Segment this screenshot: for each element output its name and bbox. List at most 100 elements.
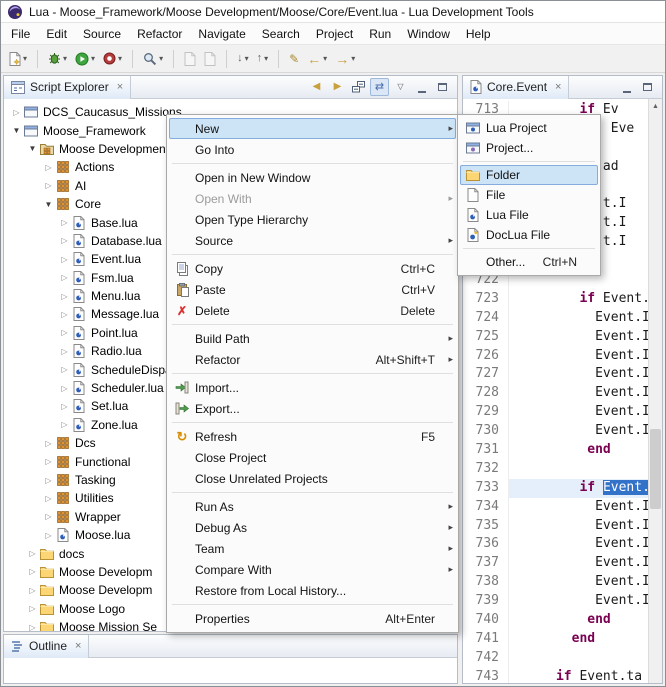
collapsed-arrow-icon[interactable]: ▷ <box>58 218 71 227</box>
collapsed-arrow-icon[interactable]: ▷ <box>26 604 39 613</box>
close-icon[interactable]: × <box>117 81 123 93</box>
menu-refactor[interactable]: Refactor <box>129 24 190 44</box>
collapsed-arrow-icon[interactable]: ▷ <box>42 457 55 466</box>
collapsed-arrow-icon[interactable]: ▷ <box>42 181 55 190</box>
toolbar-last-edit-location-button[interactable]: ✎ <box>286 48 302 70</box>
collapsed-arrow-icon[interactable]: ▷ <box>58 384 71 393</box>
collapsed-arrow-icon[interactable]: ▷ <box>58 273 71 282</box>
expanded-arrow-icon[interactable]: ▼ <box>10 126 23 135</box>
context-menu-item-build-path[interactable]: Build Path▸ <box>169 328 456 349</box>
toolbar-debug-button[interactable]: ▾ <box>45 48 70 70</box>
submenu-item-doclua-file[interactable]: DocLua File <box>460 225 598 245</box>
context-menu-item-copy[interactable]: CopyCtrl+C <box>169 258 456 279</box>
code-text <box>509 649 648 668</box>
context-menu-item-team[interactable]: Team▸ <box>169 538 456 559</box>
explorer-view-menu-button[interactable]: ▽ <box>391 78 410 96</box>
collapsed-arrow-icon[interactable]: ▷ <box>26 586 39 595</box>
close-icon[interactable]: × <box>75 640 81 652</box>
collapsed-arrow-icon[interactable]: ▷ <box>58 365 71 374</box>
explorer-minimize-button[interactable] <box>412 78 431 96</box>
toolbar-forward-button[interactable]: →▾ <box>332 48 358 70</box>
context-menu-item-properties[interactable]: PropertiesAlt+Enter <box>169 608 456 629</box>
toolbar-new-wizard-button[interactable]: ▾ <box>6 48 30 70</box>
explorer-back-button[interactable]: ◀ <box>307 78 326 96</box>
context-menu-item-open-type-hierarchy[interactable]: Open Type Hierarchy <box>169 209 456 230</box>
submenu-item-lua-file[interactable]: Lua File <box>460 205 598 225</box>
menu-help[interactable]: Help <box>458 24 499 44</box>
tab-outline[interactable]: Outline × <box>4 635 89 658</box>
collapsed-arrow-icon[interactable]: ▷ <box>42 531 55 540</box>
tab-core-event[interactable]: Core.Event × <box>463 76 569 99</box>
menu-navigate[interactable]: Navigate <box>190 24 253 44</box>
menu-source[interactable]: Source <box>75 24 129 44</box>
context-menu-item-import[interactable]: Import... <box>169 377 456 398</box>
explorer-link-with-editor-button[interactable]: ⇄ <box>370 78 389 96</box>
expanded-arrow-icon[interactable]: ▼ <box>26 144 39 153</box>
submenu-item-project[interactable]: Project... <box>460 138 598 158</box>
context-menu-item-paste[interactable]: PasteCtrl+V <box>169 279 456 300</box>
collapsed-arrow-icon[interactable]: ▷ <box>26 549 39 558</box>
toolbar-open-element-button[interactable] <box>181 48 199 70</box>
submenu-item-other[interactable]: Other...Ctrl+N <box>460 252 598 272</box>
collapsed-arrow-icon[interactable]: ▷ <box>58 236 71 245</box>
maximize-button[interactable] <box>638 78 657 96</box>
context-menu-item-debug-as[interactable]: Debug As▸ <box>169 517 456 538</box>
collapsed-arrow-icon[interactable]: ▷ <box>26 567 39 576</box>
collapsed-arrow-icon[interactable]: ▷ <box>58 292 71 301</box>
submenu-item-folder[interactable]: Folder <box>460 165 598 185</box>
menu-run[interactable]: Run <box>361 24 399 44</box>
toolbar-previous-annotation-button[interactable]: ↑▾ <box>254 48 272 70</box>
editor-scrollbar[interactable]: ▲ <box>648 99 662 683</box>
context-menu-item-close-unrelated-projects[interactable]: Close Unrelated Projects <box>169 468 456 489</box>
context-menu-item-go-into[interactable]: Go Into <box>169 139 456 160</box>
collapsed-arrow-icon[interactable]: ▷ <box>58 328 71 337</box>
submenu-item-lua-project[interactable]: Lua Project <box>460 118 598 138</box>
submenu-item-file[interactable]: File <box>460 185 598 205</box>
collapsed-arrow-icon[interactable]: ▷ <box>10 108 23 117</box>
toolbar-profile-button[interactable]: ▾ <box>100 48 125 70</box>
collapsed-arrow-icon[interactable]: ▷ <box>42 494 55 503</box>
expanded-arrow-icon[interactable]: ▼ <box>42 200 55 209</box>
menu-window[interactable]: Window <box>399 24 458 44</box>
context-menu-item-restore-from-local-history[interactable]: Restore from Local History... <box>169 580 456 601</box>
line-number: 731 <box>463 441 509 460</box>
collapsed-arrow-icon[interactable]: ▷ <box>58 310 71 319</box>
menu-project[interactable]: Project <box>308 24 361 44</box>
context-menu-item-delete[interactable]: ✗DeleteDelete <box>169 300 456 321</box>
explorer-collapse-all-button[interactable] <box>349 78 368 96</box>
toolbar-search-button[interactable]: ▾ <box>140 48 166 70</box>
scrollbar-thumb[interactable] <box>650 429 661 509</box>
context-menu-item-source[interactable]: Source▸ <box>169 230 456 251</box>
toolbar-mark-occurrences-button[interactable] <box>201 48 219 70</box>
context-menu-item-run-as[interactable]: Run As▸ <box>169 496 456 517</box>
context-menu-item-compare-with[interactable]: Compare With▸ <box>169 559 456 580</box>
context-menu-item-export[interactable]: Export... <box>169 398 456 419</box>
toolbar-back-button[interactable]: ←▾ <box>304 48 330 70</box>
explorer-forward-button[interactable]: ▶ <box>328 78 347 96</box>
collapsed-arrow-icon[interactable]: ▷ <box>42 439 55 448</box>
collapsed-arrow-icon[interactable]: ▷ <box>42 476 55 485</box>
minimize-button[interactable] <box>617 78 636 96</box>
context-menu-item-refactor[interactable]: RefactorAlt+Shift+T▸ <box>169 349 456 370</box>
menu-search[interactable]: Search <box>254 24 308 44</box>
collapsed-arrow-icon[interactable]: ▷ <box>58 255 71 264</box>
collapsed-arrow-icon[interactable]: ▷ <box>58 347 71 356</box>
collapsed-arrow-icon[interactable]: ▷ <box>58 420 71 429</box>
toolbar-next-annotation-button[interactable]: ↓▾ <box>234 48 252 70</box>
context-menu-item-open-in-new-window[interactable]: Open in New Window <box>169 167 456 188</box>
tab-script-explorer[interactable]: Script Explorer × <box>4 76 131 99</box>
context-menu-item-close-project[interactable]: Close Project <box>169 447 456 468</box>
explorer-maximize-button[interactable] <box>433 78 452 96</box>
collapsed-arrow-icon[interactable]: ▷ <box>26 623 39 631</box>
context-menu-item-open-with[interactable]: Open With▸ <box>169 188 456 209</box>
context-menu-item-refresh[interactable]: ↻RefreshF5 <box>169 426 456 447</box>
scrollbar-up-icon[interactable]: ▲ <box>649 99 662 113</box>
collapsed-arrow-icon[interactable]: ▷ <box>58 402 71 411</box>
collapsed-arrow-icon[interactable]: ▷ <box>42 512 55 521</box>
menu-edit[interactable]: Edit <box>38 24 75 44</box>
menu-file[interactable]: File <box>3 24 38 44</box>
collapsed-arrow-icon[interactable]: ▷ <box>42 163 55 172</box>
context-menu-item-new[interactable]: New▸ <box>169 118 456 139</box>
close-icon[interactable]: × <box>555 81 561 93</box>
toolbar-run-button[interactable]: ▾ <box>72 48 98 70</box>
